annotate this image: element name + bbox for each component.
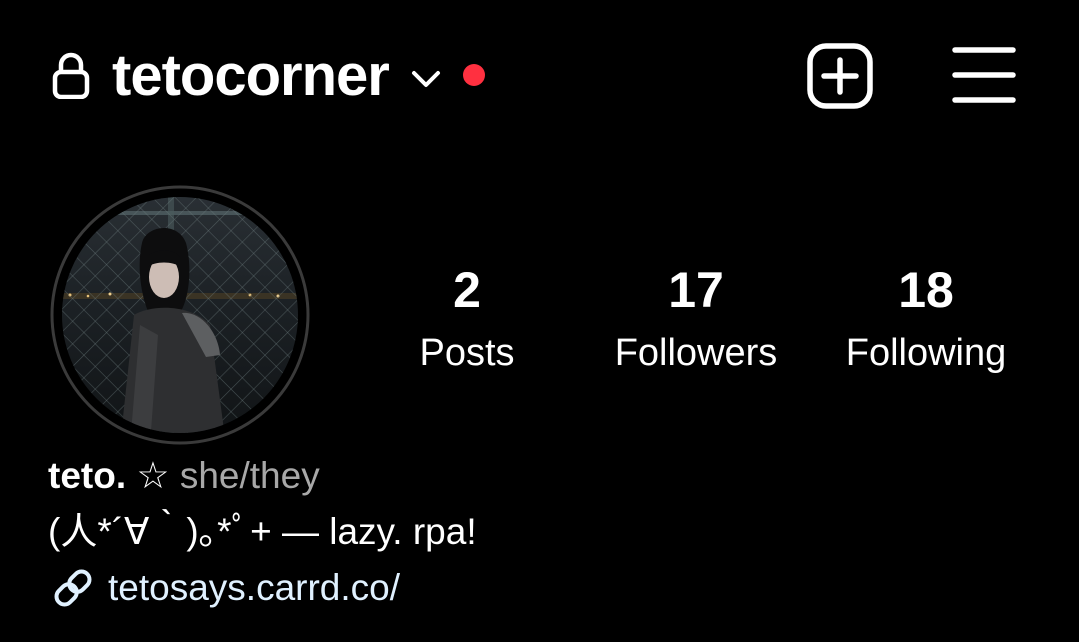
hamburger-menu-icon (952, 47, 1016, 103)
plus-square-icon (807, 43, 873, 109)
posts-count: 2 (453, 262, 481, 318)
following-count: 18 (898, 262, 954, 318)
posts-label: Posts (419, 332, 515, 374)
pronouns: she/they (179, 455, 320, 496)
username: tetocorner (112, 43, 390, 108)
bio-link[interactable]: tetosays.carrd.co/ (48, 560, 1048, 616)
link-icon (54, 569, 92, 607)
menu-button[interactable] (952, 46, 1016, 104)
following-label: Following (845, 332, 1007, 374)
chevron-down-icon (411, 71, 440, 87)
bio-text: (人*´∀｀)｡*ﾟ+ — lazy. rpa! (48, 511, 477, 552)
lock-icon (52, 52, 90, 99)
star-separator: ☆ (126, 455, 180, 496)
profile-header: tetocorner (0, 0, 1079, 150)
posts-stat[interactable]: 2 Posts (357, 258, 577, 384)
display-name: teto. (48, 455, 127, 496)
account-switcher-button[interactable]: tetocorner (112, 38, 485, 114)
name-line: teto. ☆ she/they (48, 448, 1048, 504)
following-stat[interactable]: 18 Following (816, 258, 1036, 384)
followers-count: 17 (668, 262, 724, 318)
profile-photo[interactable] (50, 185, 310, 445)
followers-stat[interactable]: 17 Followers (586, 258, 806, 384)
notification-dot (462, 64, 485, 86)
bio-link-text: tetosays.carrd.co/ (108, 567, 401, 608)
profile-bio: teto. ☆ she/they (人*´∀｀)｡*ﾟ+ — lazy. rpa… (48, 448, 1048, 616)
followers-label: Followers (614, 332, 778, 374)
create-post-button[interactable] (806, 42, 874, 110)
